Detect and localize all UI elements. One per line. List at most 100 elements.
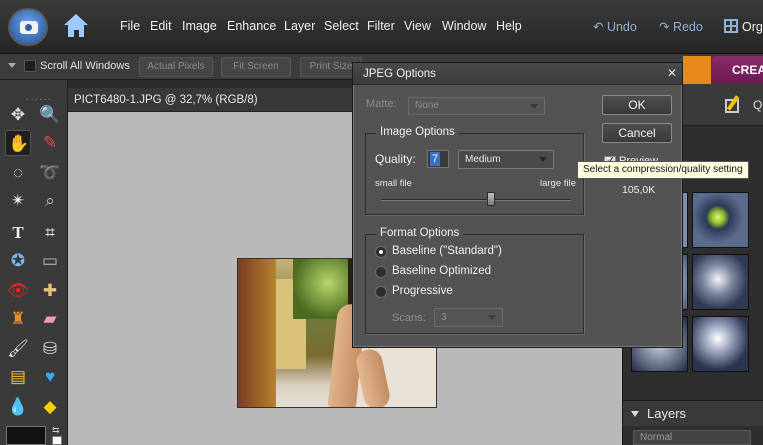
blend-mode-select[interactable]: Normal (633, 430, 751, 445)
menu-layer[interactable]: Layer (284, 19, 315, 33)
document-title: PICT6480-1.JPG @ 32,7% (RGB/8) (74, 94, 258, 106)
menu-select[interactable]: Select (324, 19, 359, 33)
quality-value: 7 (430, 152, 441, 166)
layers-title: Layers (647, 406, 687, 421)
chevron-down-icon (488, 315, 496, 320)
clone-stamp-tool-icon[interactable]: ♜ (5, 306, 31, 332)
healing-brush-tool-icon[interactable]: ✚ (37, 278, 63, 304)
gradient-tool-icon[interactable]: ▤ (5, 364, 31, 390)
camera-app-icon[interactable] (8, 8, 48, 46)
redo-icon: ↷ (659, 20, 673, 34)
menu-window[interactable]: Window (442, 19, 486, 33)
redo-button[interactable]: ↷ Redo (659, 19, 703, 34)
quality-preset-select[interactable]: Medium (458, 150, 554, 169)
dialog-title: JPEG Options (363, 68, 436, 80)
undo-label: Undo (606, 20, 637, 34)
scans-select[interactable]: 3 (434, 308, 503, 327)
effect-thumbnail-apple[interactable] (692, 192, 749, 248)
type-tool-icon[interactable]: T (5, 220, 31, 246)
create-tab[interactable]: CREA (712, 56, 763, 84)
organizer-button[interactable]: Org (724, 19, 763, 34)
menu-image[interactable]: Image (182, 19, 217, 33)
scroll-all-windows-label: Scroll All Windows (40, 60, 130, 72)
eraser-tool-icon[interactable]: ▰ (37, 306, 63, 332)
paint-bucket-tool-icon[interactable]: ⛁ (37, 336, 63, 362)
collapse-arrow-icon[interactable] (631, 411, 639, 417)
small-file-label: small file (375, 178, 412, 189)
zoom-tool-icon[interactable]: 🔍 (37, 102, 63, 128)
quality-label: Quality: (375, 152, 416, 166)
fit-screen-button[interactable]: Fit Screen (221, 57, 291, 77)
background-color-swatch[interactable] (52, 436, 62, 445)
lasso-tool-icon[interactable]: ➰ (37, 160, 63, 186)
undo-button[interactable]: ↶ Undo (593, 19, 637, 34)
undo-icon: ↶ (593, 20, 607, 34)
chevron-down-icon (530, 104, 538, 109)
edit-mode-tab[interactable] (683, 56, 711, 84)
menu-bar: File Edit Image Enhance Layer Select Fil… (0, 0, 763, 54)
menu-help[interactable]: Help (496, 19, 522, 33)
baseline-optimized-radio[interactable] (375, 266, 387, 278)
quality-slider-thumb[interactable] (487, 192, 496, 206)
swap-colors-icon[interactable]: ⇆ (52, 425, 60, 436)
cancel-button[interactable]: Cancel (602, 123, 672, 143)
crop-tool-icon[interactable]: ⌗ (37, 220, 63, 246)
matte-value: None (415, 100, 439, 111)
effect-thumbnail[interactable] (692, 316, 749, 372)
quick-selection-tool-icon[interactable]: ⌕ (37, 188, 63, 214)
foreground-color-swatch[interactable] (6, 426, 46, 445)
file-size-readout: 105,0K (622, 184, 656, 196)
layers-panel-header[interactable]: Layers (623, 400, 763, 426)
baseline-standard-label: Baseline ("Standard") (392, 245, 502, 257)
menu-file[interactable]: File (120, 19, 140, 33)
brush-tool-icon[interactable]: 🖌 (5, 336, 31, 362)
toolbox: ······ ✥ 🔍 ✋ ✎ ◌ ➰ ✴ ⌕ T ⌗ ✪ ▭ 👁 ✚ ♜ ▰ 🖌… (0, 80, 68, 445)
red-eye-tool-icon[interactable]: 👁 (5, 278, 31, 304)
magic-wand-tool-icon[interactable]: ✴ (5, 188, 31, 214)
marquee-tool-icon[interactable]: ◌ (5, 160, 31, 186)
options-dropdown-arrow-icon[interactable] (8, 63, 16, 68)
menu-edit[interactable]: Edit (150, 19, 172, 33)
quality-tooltip: Select a compression/quality setting (577, 161, 749, 179)
quick-edit-label[interactable]: Q (753, 98, 762, 112)
menu-view[interactable]: View (404, 19, 431, 33)
redo-label: Redo (672, 20, 703, 34)
straighten-tool-icon[interactable]: ▭ (37, 248, 63, 274)
matte-label: Matte: (366, 98, 397, 110)
progressive-radio[interactable] (375, 286, 387, 298)
chevron-down-icon (539, 157, 547, 162)
menu-enhance[interactable]: Enhance (227, 19, 276, 33)
large-file-label: large file (540, 178, 576, 189)
blur-tool-icon[interactable]: 💧 (5, 394, 31, 420)
cookie-cutter-tool-icon[interactable]: ✪ (5, 248, 31, 274)
image-options-group: Image Options (365, 126, 584, 215)
scroll-all-windows-checkbox[interactable] (24, 60, 36, 72)
progressive-label: Progressive (392, 285, 453, 297)
baseline-optimized-label: Baseline Optimized (392, 265, 492, 277)
effect-thumbnail[interactable] (692, 254, 749, 310)
scans-label: Scans: (392, 312, 426, 324)
quick-edit-icon[interactable] (723, 95, 743, 115)
organizer-grid-icon (724, 19, 738, 33)
quality-preset-value: Medium (465, 154, 501, 165)
close-icon[interactable]: ✕ (665, 66, 679, 80)
jpeg-options-dialog: JPEG Options ✕ Matte: None OK Cancel Ima… (352, 62, 683, 348)
hand-tool-icon[interactable]: ✋ (5, 130, 31, 156)
menu-filter[interactable]: Filter (367, 19, 395, 33)
actual-pixels-button[interactable]: Actual Pixels (139, 57, 213, 77)
move-tool-icon[interactable]: ✥ (5, 102, 31, 128)
matte-select[interactable]: None (408, 97, 545, 115)
organizer-label: Org (742, 20, 763, 34)
image-options-title: Image Options (376, 126, 459, 138)
custom-shape-tool-icon[interactable]: ♥ (37, 364, 63, 390)
home-icon[interactable] (58, 10, 94, 42)
quality-input[interactable]: 7 (427, 150, 449, 168)
sponge-tool-icon[interactable]: ◆ (37, 394, 63, 420)
eyedropper-tool-icon[interactable]: ✎ (37, 130, 63, 156)
ok-button[interactable]: OK (602, 95, 672, 115)
baseline-standard-radio[interactable] (375, 246, 387, 258)
format-options-title: Format Options (376, 227, 464, 239)
dialog-title-bar[interactable]: JPEG Options ✕ (353, 63, 682, 85)
quality-slider-track[interactable] (381, 199, 571, 201)
scans-value: 3 (441, 312, 447, 323)
